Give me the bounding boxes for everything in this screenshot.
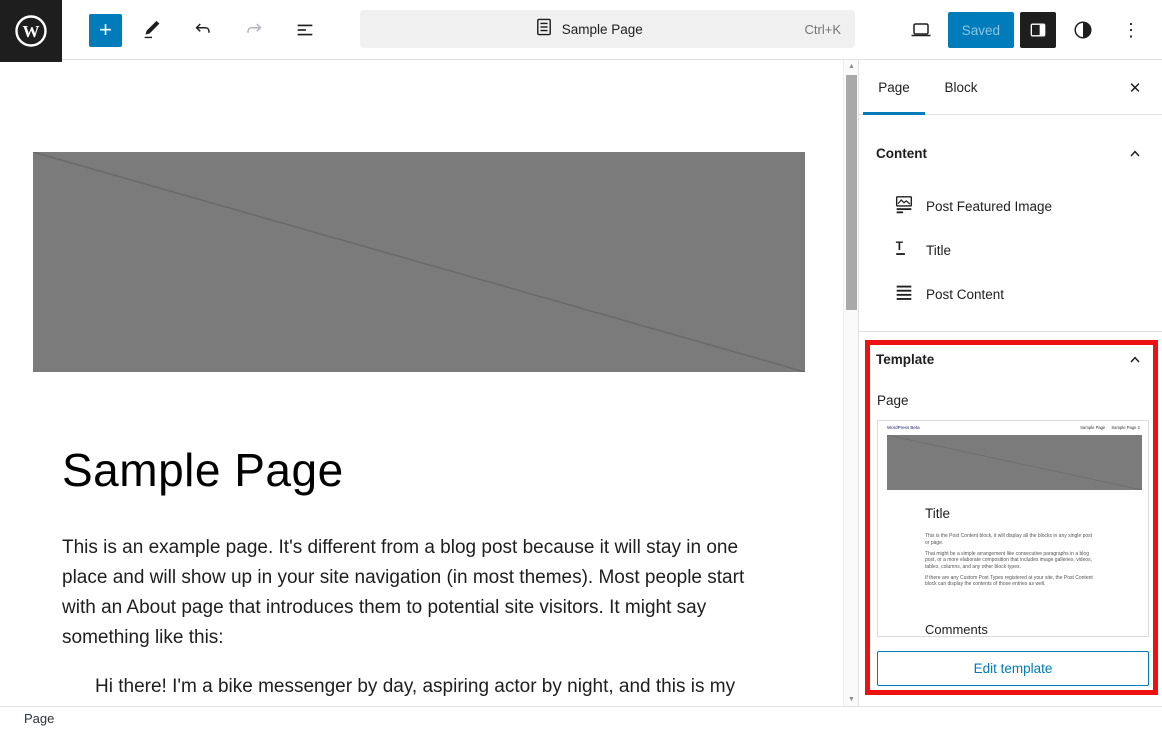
mini-comments-heading: Comments bbox=[925, 622, 988, 637]
view-preview-icon[interactable] bbox=[900, 9, 942, 51]
scrollbar-thumb[interactable] bbox=[846, 75, 857, 310]
content-item-featured-image[interactable]: Post Featured Image bbox=[859, 191, 1162, 225]
saved-button[interactable]: Saved bbox=[948, 12, 1014, 48]
post-content-icon bbox=[893, 282, 915, 309]
mini-post-content: This is the Post Content block, it will … bbox=[925, 533, 1093, 592]
active-tab-indicator bbox=[863, 112, 925, 115]
tools-pencil-icon[interactable] bbox=[131, 9, 173, 51]
template-name: Page bbox=[877, 393, 909, 408]
content-item-label: Post Content bbox=[926, 287, 1004, 302]
svg-text:T: T bbox=[896, 239, 904, 253]
settings-sidebar: Page Block ✕ Content Post Featured Image… bbox=[858, 60, 1162, 706]
list-view-icon[interactable] bbox=[284, 9, 326, 51]
content-item-title[interactable]: T Title bbox=[859, 235, 1162, 269]
styles-contrast-icon[interactable] bbox=[1062, 9, 1104, 51]
chevron-up-icon bbox=[1127, 352, 1143, 371]
content-item-label: Title bbox=[926, 243, 951, 258]
paragraph-block[interactable]: This is an example page. It's different … bbox=[62, 533, 778, 653]
document-icon bbox=[536, 18, 552, 41]
add-block-button[interactable]: + bbox=[89, 14, 122, 47]
blockquote-block[interactable]: Hi there! I'm a bike messenger by day, a… bbox=[95, 672, 795, 702]
redo-icon[interactable] bbox=[233, 9, 275, 51]
close-sidebar-icon[interactable]: ✕ bbox=[1121, 74, 1149, 102]
wordpress-logo-icon[interactable]: W bbox=[0, 0, 62, 62]
scroll-up-icon[interactable]: ▲ bbox=[844, 63, 859, 70]
content-item-post-content[interactable]: Post Content bbox=[859, 279, 1162, 313]
chevron-up-icon bbox=[1127, 146, 1143, 165]
mini-site-title: WordPress Beta bbox=[887, 425, 920, 430]
tab-block[interactable]: Block bbox=[929, 60, 993, 115]
tab-page[interactable]: Page bbox=[863, 60, 925, 115]
content-item-label: Post Featured Image bbox=[926, 199, 1052, 214]
template-preview-thumbnail[interactable]: WordPress Beta Sample Page Sample Page 2… bbox=[877, 420, 1149, 637]
sidebar-tabs: Page Block ✕ bbox=[859, 60, 1162, 115]
breadcrumb[interactable]: Page bbox=[24, 711, 54, 726]
content-panel-header[interactable]: Content bbox=[859, 139, 1162, 169]
edit-template-button[interactable]: Edit template bbox=[877, 651, 1149, 686]
mini-featured-image bbox=[887, 435, 1142, 490]
scroll-down-icon[interactable]: ▼ bbox=[844, 696, 859, 703]
title-block-icon: T bbox=[893, 238, 915, 265]
canvas-scrollbar[interactable]: ▲ ▼ bbox=[843, 60, 858, 706]
settings-sidebar-toggle[interactable] bbox=[1020, 12, 1056, 48]
featured-image-icon bbox=[893, 194, 915, 221]
document-title: Sample Page bbox=[562, 22, 643, 37]
template-panel-header[interactable]: Template bbox=[859, 345, 1162, 375]
content-panel-title: Content bbox=[876, 146, 927, 161]
sidebar-divider bbox=[859, 331, 1162, 332]
post-title-block[interactable]: Sample Page bbox=[62, 443, 344, 497]
options-kebab-icon[interactable]: ⋮ bbox=[1110, 9, 1152, 51]
editor-canvas: WordPress Beta Sample Page Sample Page 2… bbox=[0, 60, 843, 706]
editor-footer: Page bbox=[0, 706, 1162, 730]
template-panel-title: Template bbox=[876, 352, 934, 367]
mini-title-heading: Title bbox=[925, 506, 950, 521]
document-title-button[interactable]: Sample Page Ctrl+K bbox=[360, 10, 855, 48]
undo-icon[interactable] bbox=[182, 9, 224, 51]
svg-text:W: W bbox=[23, 22, 40, 41]
command-shortcut: Ctrl+K bbox=[805, 22, 841, 37]
featured-image-placeholder[interactable] bbox=[33, 152, 805, 372]
mini-navigation: Sample Page Sample Page 2 bbox=[1080, 425, 1140, 430]
editor-toolbar: W + bbox=[0, 0, 1162, 60]
